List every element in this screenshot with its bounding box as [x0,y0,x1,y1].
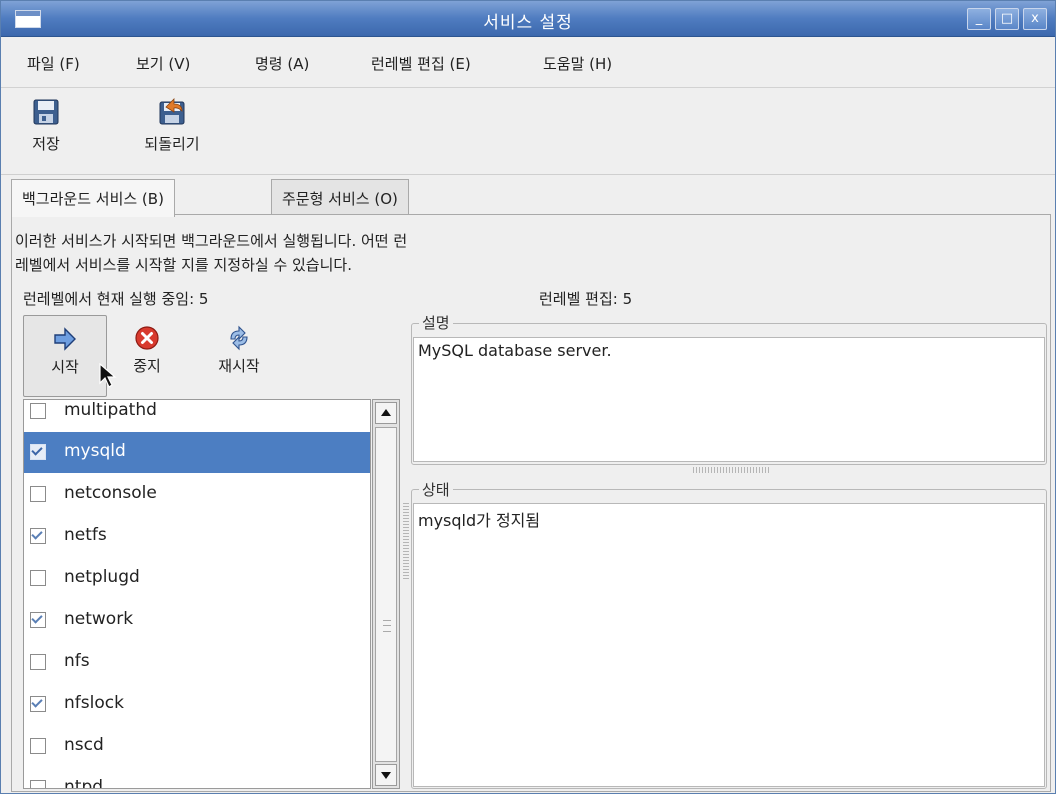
arrow-up-icon [381,409,391,416]
status-text: mysqld가 정지됨 [418,511,541,530]
pane-splitter-vertical[interactable] [403,501,409,581]
scroll-down-button[interactable] [375,764,397,786]
service-config-window: 서비스 설정 _ □ x 파일 (F) 보기 (V) 명령 (A) 런레벨 편집… [0,0,1056,794]
service-checkbox[interactable] [30,528,46,544]
main-toolbar: 저장 되돌리기 [1,89,1055,175]
menu-bar: 파일 (F) 보기 (V) 명령 (A) 런레벨 편집 (E) 도움말 (H) [1,38,1055,88]
service-name: nfs [64,651,90,671]
description-line-1: 이러한 서비스가 시작되면 백그라운드에서 실행됩니다. 어떤 런 [15,232,408,250]
service-checkbox[interactable] [30,612,46,628]
description-textbox[interactable]: MySQL database server. [413,337,1045,462]
service-action-toolbar: 시작 중지 재시작 [23,315,401,399]
window-title: 서비스 설정 [483,13,573,33]
list-item-selected[interactable]: mysqld [24,432,370,473]
service-checkbox[interactable] [30,403,46,419]
stop-label: 중지 [133,357,161,375]
service-checkbox[interactable] [30,696,46,712]
scroll-up-button[interactable] [375,402,397,424]
scrollbar-thumb[interactable] [375,427,397,762]
maximize-button[interactable]: □ [995,8,1019,30]
tab-on-demand-services[interactable]: 주문형 서비스 (O) [271,179,409,215]
grip-icon [383,620,391,632]
service-list-scrollbar[interactable] [372,399,400,789]
list-item[interactable]: netconsole [24,474,370,515]
floppy-disk-icon [33,99,59,125]
service-name: nfslock [64,693,124,713]
service-name: netplugd [64,567,140,587]
revert-button[interactable]: 되돌리기 [117,97,227,154]
start-service-button[interactable]: 시작 [23,315,107,397]
status-frame-label: 상태 [419,479,453,500]
description-frame-label: 설명 [419,312,453,333]
arrow-right-icon [54,327,76,351]
list-item[interactable]: nscd [24,726,370,767]
list-item[interactable]: netplugd [24,558,370,599]
description-line-2: 레벨에서 서비스를 시작할 지를 지정하실 수 있습니다. [15,256,352,274]
description-text: MySQL database server. [418,341,612,360]
list-item[interactable]: ntpd [24,768,370,789]
start-label: 시작 [51,358,79,376]
service-checkbox[interactable] [30,570,46,586]
list-item[interactable]: nfs [24,642,370,683]
pane-splitter-horizontal[interactable] [691,467,771,473]
revert-label: 되돌리기 [144,135,200,153]
service-checkbox[interactable] [30,654,46,670]
minimize-button[interactable]: _ [967,8,991,30]
save-button[interactable]: 저장 [21,97,71,154]
status-textbox[interactable]: mysqld가 정지됨 [413,503,1045,787]
menu-file[interactable]: 파일 (F) [27,53,80,74]
service-name: multipathd [64,400,157,420]
service-checkbox[interactable] [30,780,46,788]
service-name: nscd [64,735,104,755]
tab-background-services[interactable]: 백그라운드 서비스 (B) [11,179,175,217]
revert-disk-icon [159,98,185,125]
close-button[interactable]: x [1023,8,1047,30]
save-label: 저장 [32,135,60,153]
restart-service-button[interactable]: 재시작 [199,315,279,397]
menu-actions[interactable]: 명령 (A) [255,53,309,74]
title-bar[interactable]: 서비스 설정 _ □ x [1,1,1055,37]
service-name: ntpd [64,777,104,789]
list-item[interactable]: netfs [24,516,370,557]
service-checkbox[interactable] [30,444,46,460]
list-item[interactable]: nfslock [24,684,370,725]
service-list[interactable]: multipathd mysqld netconsole netfs netpl… [23,399,371,789]
service-name: network [64,609,134,629]
arrow-down-icon [381,772,391,779]
service-checkbox[interactable] [30,486,46,502]
service-name: netconsole [64,483,157,503]
menu-view[interactable]: 보기 (V) [136,53,190,74]
check-mark-icon [31,444,43,456]
menu-help[interactable]: 도움말 (H) [543,53,612,74]
current-runlevel-text: 런레벨에서 현재 실행 중임: 5 [23,290,209,308]
stop-service-button[interactable]: 중지 [117,315,177,397]
stop-icon [135,326,159,350]
check-mark-icon [31,612,43,624]
menu-edit-runlevel[interactable]: 런레벨 편집 (E) [371,53,471,74]
list-item[interactable]: network [24,600,370,641]
service-name: netfs [64,525,107,545]
service-name: mysqld [64,441,126,461]
list-item[interactable]: multipathd [24,400,370,432]
restart-label: 재시작 [218,357,260,375]
service-checkbox[interactable] [30,738,46,754]
check-mark-icon [31,528,43,540]
editing-runlevel-text: 런레벨 편집: 5 [539,290,633,308]
check-mark-icon [31,696,43,708]
restart-icon [230,325,248,351]
mouse-pointer-icon [99,363,117,388]
